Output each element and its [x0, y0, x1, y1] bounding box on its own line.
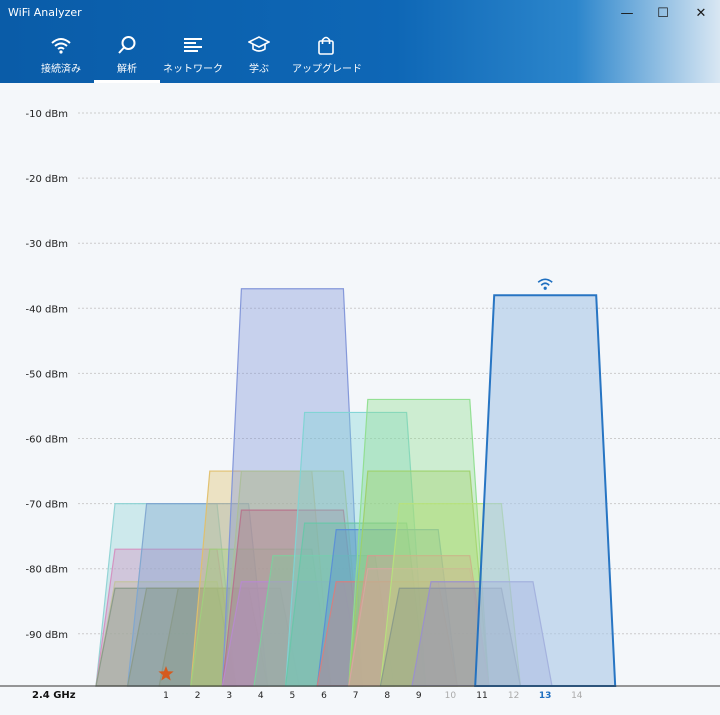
y-tick-label: -40 dBm [26, 304, 68, 315]
nav-tab-label: 解析 [117, 64, 137, 75]
x-tick-label: 14 [571, 691, 583, 701]
wifi-icon [51, 38, 71, 54]
nav-tab-learn[interactable]: 学ぶ [238, 34, 280, 82]
shopping-bag-icon [318, 36, 334, 55]
x-tick-label: 9 [416, 691, 422, 701]
search-icon [118, 36, 136, 54]
x-tick-label: 11 [476, 691, 487, 701]
nav-tab-label: 学ぶ [249, 64, 269, 75]
x-tick-label: 10 [445, 691, 457, 701]
x-tick-label: 8 [384, 691, 390, 701]
nav-tab-connected[interactable]: 接続済み [34, 34, 88, 82]
minimize-button[interactable]: — [610, 2, 644, 24]
x-tick-label: 5 [290, 691, 296, 701]
signal-chart: -10 dBm -20 dBm -30 dBm -40 dBm -50 dBm -60 d… [0, 83, 720, 715]
y-tick-label: -70 dBm [26, 500, 68, 511]
y-tick-label: -60 dBm [26, 435, 68, 446]
nav-tab-analysis[interactable]: 解析 [100, 34, 154, 82]
y-tick-label: -10 dBm [26, 109, 68, 120]
list-icon [184, 38, 202, 52]
band-label[interactable]: 2.4 GHz [32, 690, 76, 701]
title-bar: WiFi Analyzer — ☐ ✕ 接続済み 解析 ネットワーク 学ぶ アッ… [0, 0, 720, 83]
nav-tab-label: 接続済み [41, 64, 81, 75]
y-tick-label: -20 dBm [26, 174, 68, 185]
close-button[interactable]: ✕ [684, 2, 718, 24]
x-tick-label: 6 [321, 691, 327, 701]
x-tick-label: 1 [163, 691, 169, 701]
app-title: WiFi Analyzer [8, 6, 82, 19]
x-tick-label: 13 [539, 691, 552, 701]
graduation-cap-icon [248, 36, 270, 52]
y-tick-label: -80 dBm [26, 565, 68, 576]
nav-tab-networks[interactable]: ネットワーク [162, 34, 224, 82]
y-tick-label: -90 dBm [26, 630, 68, 641]
nav-tab-label: アップグレード [292, 64, 362, 75]
y-tick-label: -50 dBm [26, 369, 68, 380]
x-tick-label: 4 [258, 691, 264, 701]
nav-tab-label: ネットワーク [163, 64, 223, 75]
x-tick-label: 2 [195, 691, 201, 701]
nav-tab-upgrade[interactable]: アップグレード [292, 34, 362, 82]
signal-chart-svg: -10 dBm -20 dBm -30 dBm -40 dBm -50 dBm -60 d… [0, 109, 720, 701]
connected-wifi-icon [537, 278, 553, 290]
connected-network-signal[interactable] [474, 294, 617, 687]
x-tick-label: 12 [508, 691, 519, 701]
y-tick-label: -30 dBm [26, 239, 68, 250]
wifi-analyzer-window: WiFi Analyzer — ☐ ✕ 接続済み 解析 ネットワーク 学ぶ アッ… [0, 0, 720, 715]
maximize-button[interactable]: ☐ [646, 2, 680, 24]
x-tick-label: 7 [353, 691, 359, 701]
x-tick-label: 3 [226, 691, 232, 701]
